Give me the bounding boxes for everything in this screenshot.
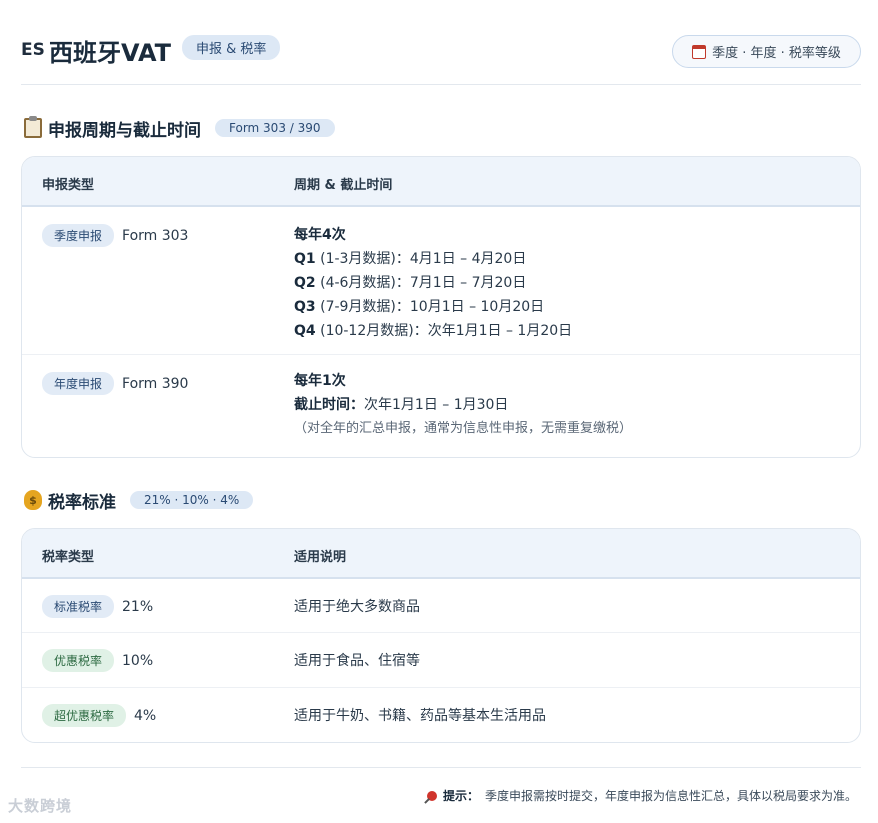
period-cell: 每年1次 截止时间：次年1月1日 – 1月30日 （对全年的汇总申报，通常为信息… [294, 369, 632, 441]
rates-table: 税率类型 适用说明 标准税率 21% 适用于绝大多数商品 优惠税率 10% 适用… [21, 528, 861, 743]
divider [21, 767, 861, 768]
quarterly-tag: 季度申报 [42, 224, 115, 247]
quarter-line: Q4 (10-12月数据)：次年1月1日 – 1月20日 [294, 323, 573, 339]
deadline-line: 截止时间：次年1月1日 – 1月30日 [294, 397, 509, 413]
col-header-period: 周期 & 截止时间 [294, 178, 393, 193]
quarter-line: Q2 (4-6月数据)：7月1日 – 7月20日 [294, 275, 527, 291]
rate-type-cell: 超优惠税率 4% [42, 704, 156, 727]
rate-value: 4% [134, 707, 157, 724]
rate-desc: 适用于牛奶、书籍、药品等基本生活用品 [294, 708, 546, 724]
pushpin-icon [424, 788, 440, 803]
summary-chip-label: 季度 · 年度 · 税率等级 [712, 46, 841, 61]
quarter-line: Q3 (7-9月数据)：10月1日 – 10月20日 [294, 299, 545, 315]
filing-table-header: 申报类型 周期 & 截止时间 [22, 157, 860, 207]
summary-chip: 季度 · 年度 · 税率等级 [672, 35, 861, 68]
form-name: Form 390 [122, 375, 189, 392]
table-row: 标准税率 21% 适用于绝大多数商品 [22, 579, 860, 633]
rate-desc: 适用于食品、住宿等 [294, 653, 420, 669]
divider [21, 84, 861, 85]
col-header-type: 申报类型 [42, 178, 95, 193]
footer-tip: 提示： 季度申报需按时提交，年度申报为信息性汇总，具体以税局要求为准。 [424, 787, 857, 804]
period-cell: 每年4次 Q1 (1-3月数据)：4月1日 – 4月20日 Q2 (4-6月数据… [294, 223, 572, 343]
col-header-desc: 适用说明 [294, 550, 347, 565]
watermark-logo: 大数跨境 [8, 797, 73, 815]
page-title: 西班牙VAT [49, 39, 172, 67]
frequency-text: 每年4次 [294, 227, 346, 243]
super-reduced-rate-tag: 超优惠税率 [42, 704, 127, 727]
annual-tag: 年度申报 [42, 372, 115, 395]
rate-type-cell: 优惠税率 10% [42, 649, 153, 672]
spain-flag-text: ES [21, 40, 45, 60]
form-name: Form 303 [122, 227, 189, 244]
col-header-rate-type: 税率类型 [42, 550, 95, 565]
money-bag-icon: $ [24, 490, 42, 510]
filing-section-label: 申报周期与截止时间 [48, 120, 201, 141]
quarter-line: Q1 (1-3月数据)：4月1日 – 4月20日 [294, 251, 527, 267]
table-row: 超优惠税率 4% 适用于牛奶、书籍、药品等基本生活用品 [22, 688, 860, 742]
rates-section-title: $ 税率标准 21% · 10% · 4% [24, 488, 254, 513]
rate-value: 21% [122, 598, 154, 615]
clipboard-icon [24, 116, 42, 138]
header-badge: 申报 & 税率 [182, 35, 281, 60]
annual-note: （对全年的汇总申报，通常为信息性申报，无需重复缴税） [294, 421, 633, 436]
rates-section-badge: 21% · 10% · 4% [130, 491, 254, 509]
rate-type-cell: 标准税率 21% [42, 595, 153, 618]
rate-desc: 适用于绝大多数商品 [294, 599, 420, 615]
filing-section-title: 申报周期与截止时间 Form 303 / 390 [24, 116, 335, 141]
filing-section-badge: Form 303 / 390 [215, 119, 335, 137]
standard-rate-tag: 标准税率 [42, 595, 115, 618]
rates-table-header: 税率类型 适用说明 [22, 529, 860, 579]
rates-section-label: 税率标准 [48, 492, 116, 513]
table-row-annual: 年度申报 Form 390 每年1次 截止时间：次年1月1日 – 1月30日 （… [22, 355, 860, 457]
tip-label: 提示： [442, 789, 479, 803]
page-header: ES 西班牙VAT 申报 & 税率 季度 · 年度 · 税率等级 [21, 30, 861, 70]
reduced-rate-tag: 优惠税率 [42, 649, 115, 672]
rate-value: 10% [122, 652, 154, 669]
filing-type-cell: 季度申报 Form 303 [42, 224, 188, 247]
table-row: 优惠税率 10% 适用于食品、住宿等 [22, 633, 860, 688]
tip-text: 季度申报需按时提交，年度申报为信息性汇总，具体以税局要求为准。 [484, 789, 857, 803]
filing-type-cell: 年度申报 Form 390 [42, 372, 188, 395]
frequency-text: 每年1次 [294, 373, 346, 389]
calendar-icon [692, 44, 707, 59]
table-row-quarterly: 季度申报 Form 303 每年4次 Q1 (1-3月数据)：4月1日 – 4月… [22, 207, 860, 355]
filing-table: 申报类型 周期 & 截止时间 季度申报 Form 303 每年4次 Q1 (1-… [21, 156, 861, 458]
